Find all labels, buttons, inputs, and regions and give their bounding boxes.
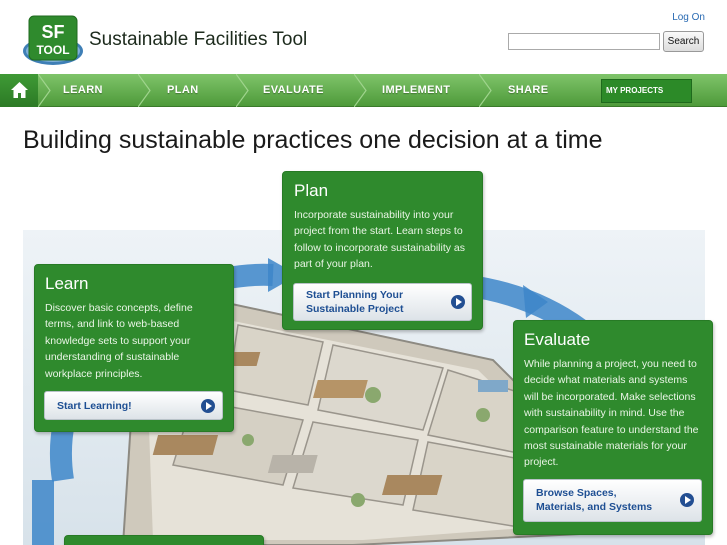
page-headline: Building sustainable practices one decis… — [23, 126, 603, 154]
start-planning-button[interactable]: Start Planning Your Sustainable Project — [293, 283, 472, 321]
search-input[interactable] — [508, 33, 660, 50]
plan-card-title: Plan — [294, 181, 329, 200]
nav-evaluate[interactable]: EVALUATE — [263, 74, 324, 107]
log-on-link[interactable]: Log On — [672, 12, 705, 23]
nav-separator — [138, 74, 151, 107]
evaluate-card-title: Evaluate — [524, 330, 591, 349]
home-icon — [11, 82, 28, 98]
plan-card: Plan Incorporate sustainability into you… — [282, 171, 483, 330]
svg-text:SF: SF — [41, 22, 64, 42]
play-circle-icon — [201, 399, 215, 413]
nav-implement[interactable]: IMPLEMENT — [382, 74, 450, 107]
nav-separator — [236, 74, 249, 107]
learn-card-title: Learn — [45, 274, 89, 293]
plan-card-body: Incorporate sustainability into your pro… — [294, 209, 466, 271]
start-learning-button[interactable]: Start Learning! — [44, 391, 223, 420]
nav-plan[interactable]: PLAN — [167, 74, 199, 107]
home-button[interactable] — [0, 74, 38, 107]
search-button[interactable]: Search — [663, 31, 704, 52]
nav-separator — [38, 74, 51, 107]
site-title[interactable]: Sustainable Facilities Tool — [89, 29, 307, 51]
evaluate-card-body: While planning a project, you need to de… — [524, 358, 699, 469]
play-circle-icon — [451, 295, 465, 309]
nav-learn[interactable]: LEARN — [63, 74, 103, 107]
svg-text:TOOL: TOOL — [36, 43, 69, 57]
learn-card-body: Discover basic concepts, define terms, a… — [45, 302, 193, 380]
play-circle-icon — [680, 493, 694, 507]
main-nav: LEARN PLAN EVALUATE IMPLEMENT SHARE MY P… — [0, 74, 727, 107]
nav-separator — [354, 74, 367, 107]
site-header: SF TOOL Sustainable Facilities Tool Log … — [0, 0, 727, 72]
nav-separator — [479, 74, 492, 107]
nav-share[interactable]: SHARE — [508, 74, 549, 107]
evaluate-card: Evaluate While planning a project, you n… — [513, 320, 713, 535]
implement-card-partial — [64, 535, 264, 545]
my-projects-button[interactable]: MY PROJECTS — [601, 79, 692, 103]
learn-card: Learn Discover basic concepts, define te… — [34, 264, 234, 432]
browse-spaces-button[interactable]: Browse Spaces, Materials, and Systems — [523, 479, 702, 522]
sftool-logo[interactable]: SF TOOL — [22, 14, 84, 66]
